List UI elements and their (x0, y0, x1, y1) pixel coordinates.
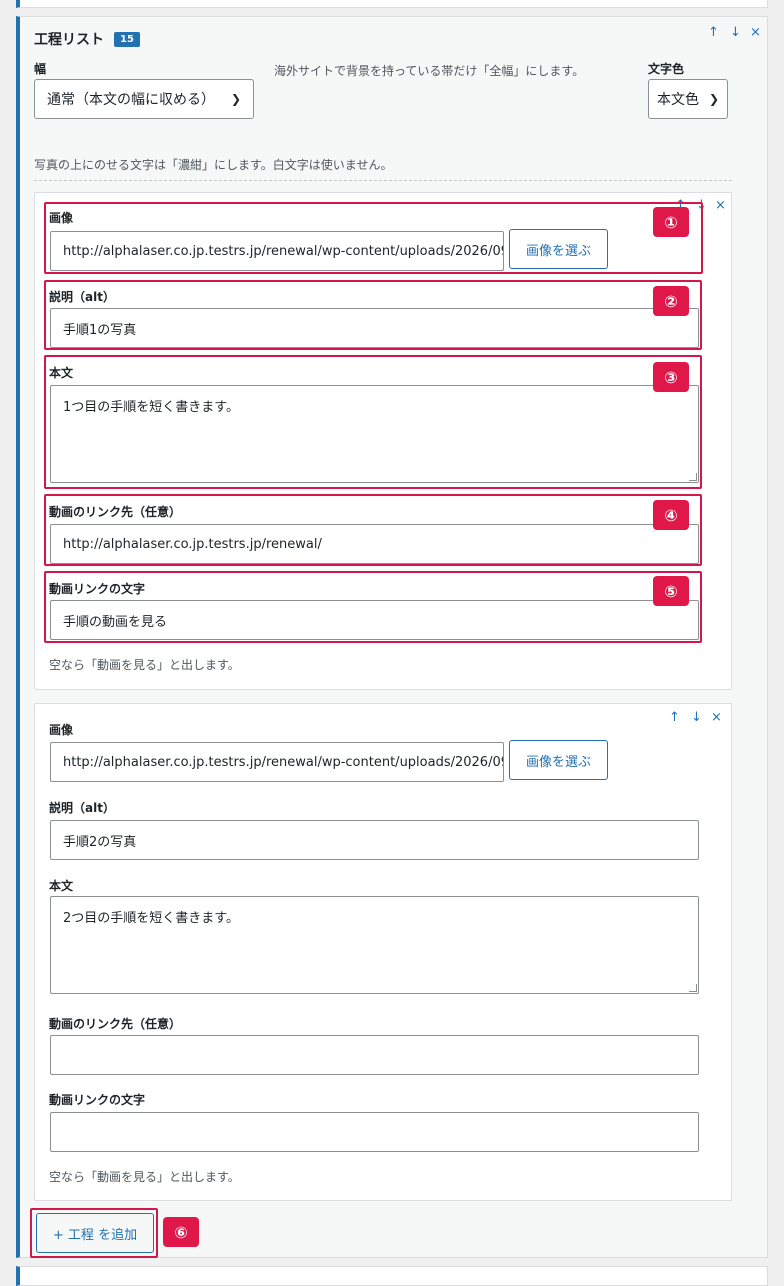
width-label: 幅 (34, 62, 47, 76)
text-color-value: 本文色 (657, 92, 699, 108)
image-label: 画像 (49, 723, 74, 737)
annotation-badge-3: ③ (653, 362, 689, 392)
move-up-icon[interactable]: ↑ (669, 710, 680, 725)
move-down-icon[interactable]: ↓ (691, 710, 702, 725)
overlay-note: 写真の上にのせる文字は「濃紺」にします。白文字は使いません。 (34, 158, 393, 172)
highlight-box-4 (44, 494, 702, 566)
body-text: 2つ目の手順を短く書きます。 (63, 911, 239, 926)
annotation-badge-2: ② (653, 286, 689, 316)
video-url-field[interactable] (50, 1035, 699, 1075)
empty-note: 空なら「動画を見る」と出します。 (49, 658, 240, 672)
image-url-field[interactable]: http://alphalaser.co.jp.testrs.jp/renewa… (50, 742, 504, 782)
width-note: 海外サイトで背景を持っている帯だけ「全幅」にします。 (274, 64, 585, 78)
remove-icon[interactable]: × (711, 710, 722, 725)
highlight-box-2 (44, 280, 702, 350)
empty-note: 空なら「動画を見る」と出します。 (49, 1170, 240, 1184)
annotation-badge-1: ① (653, 207, 689, 237)
highlight-box-6 (30, 1208, 158, 1258)
body-textarea[interactable]: 2つ目の手順を短く書きます。 (50, 896, 699, 994)
body-label: 本文 (49, 879, 74, 893)
width-select[interactable]: 通常（本文の幅に収める） ❯ (34, 79, 254, 119)
text-color-label: 文字色 (648, 62, 685, 76)
alt-field[interactable]: 手順2の写真 (50, 820, 699, 860)
remove-icon[interactable]: × (750, 25, 761, 40)
text-color-select[interactable]: 本文色 ❯ (648, 79, 728, 119)
next-block-edge (16, 1266, 768, 1286)
video-text-field[interactable] (50, 1112, 699, 1152)
previous-block-edge (16, 0, 768, 8)
annotation-badge-5: ⑤ (653, 576, 689, 606)
alt-label: 説明（alt） (49, 801, 115, 815)
annotation-badge-6: ⑥ (163, 1217, 199, 1247)
highlight-box-5 (44, 571, 702, 643)
video-text-label: 動画リンクの文字 (49, 1093, 146, 1107)
chevron-down-icon: ❯ (230, 92, 241, 106)
choose-image-button[interactable]: 画像を選ぶ (509, 740, 608, 780)
video-url-label: 動画のリンク先（任意） (49, 1017, 182, 1031)
resize-handle-icon[interactable] (689, 984, 697, 992)
move-up-icon[interactable]: ↑ (708, 25, 719, 40)
chevron-down-icon: ❯ (708, 92, 719, 106)
highlight-box-1 (44, 202, 703, 274)
count-badge: 15 (114, 32, 140, 47)
step-item-2: ↑ ↓ × 画像 http://alphalaser.co.jp.testrs.… (34, 703, 732, 1201)
panel-title: 工程リスト (34, 32, 104, 48)
width-select-value: 通常（本文の幅に収める） (47, 92, 215, 108)
highlight-box-3 (44, 355, 702, 489)
move-down-icon[interactable]: ↓ (730, 25, 741, 40)
remove-icon[interactable]: × (715, 198, 726, 213)
annotation-badge-4: ④ (653, 500, 689, 530)
divider (34, 180, 732, 181)
